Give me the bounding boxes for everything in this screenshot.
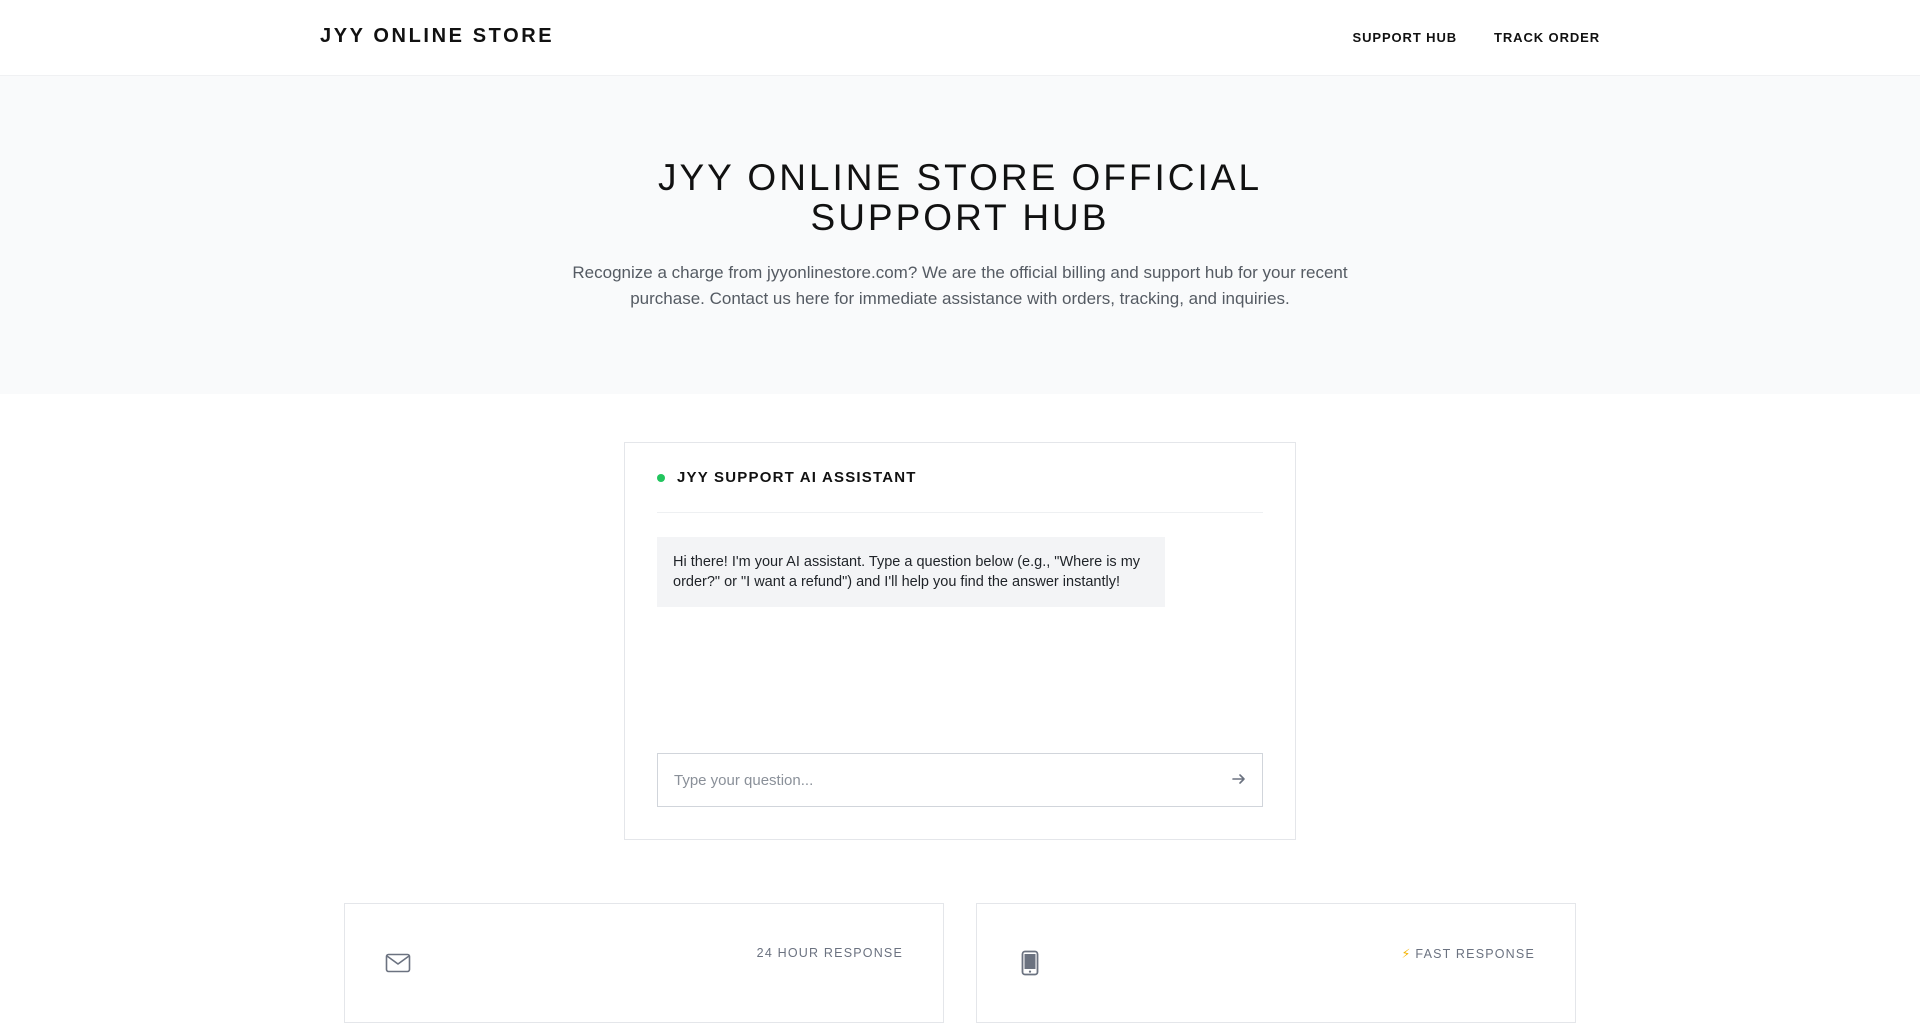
assistant-message-bubble: Hi there! I'm your AI assistant. Type a …: [657, 537, 1165, 607]
nav-support-hub[interactable]: SUPPORT HUB: [1353, 30, 1458, 45]
arrow-right-icon: [1231, 771, 1247, 790]
chat-header: JYY SUPPORT AI ASSISTANT: [657, 443, 1263, 513]
page-title: JYY ONLINE STORE OFFICIAL SUPPORT HUB: [657, 157, 1263, 238]
main-nav: SUPPORT HUB TRACK ORDER: [1353, 30, 1600, 45]
smartphone-icon: [1017, 950, 1043, 976]
chat-input-bar: [657, 753, 1263, 807]
response-time-tag: 24 HOUR RESPONSE: [756, 946, 903, 960]
online-status-dot: [657, 473, 665, 482]
hero-section: JYY ONLINE STORE OFFICIAL SUPPORT HUB Re…: [0, 76, 1920, 394]
lightning-icon: ⚡: [1401, 947, 1412, 961]
fast-response-label: FAST RESPONSE: [1415, 947, 1535, 961]
fast-response-tag: ⚡ FAST RESPONSE: [1401, 946, 1535, 961]
email-support-card[interactable]: 24 HOUR RESPONSE: [344, 903, 944, 1023]
chat-question-input[interactable]: [658, 754, 1216, 806]
nav-track-order[interactable]: TRACK ORDER: [1494, 30, 1600, 45]
chat-assistant-card: JYY SUPPORT AI ASSISTANT Hi there! I'm y…: [624, 442, 1296, 840]
site-header: JYY ONLINE STORE SUPPORT HUB TRACK ORDER: [0, 0, 1920, 76]
send-button[interactable]: [1216, 754, 1262, 806]
brand-logo[interactable]: JYY ONLINE STORE: [320, 25, 554, 48]
hero-subtitle: Recognize a charge from jyyonlinestore.c…: [572, 263, 1348, 308]
mail-icon: [385, 950, 411, 976]
phone-support-card[interactable]: ⚡ FAST RESPONSE: [976, 903, 1576, 1023]
chat-title: JYY SUPPORT AI ASSISTANT: [677, 469, 917, 486]
